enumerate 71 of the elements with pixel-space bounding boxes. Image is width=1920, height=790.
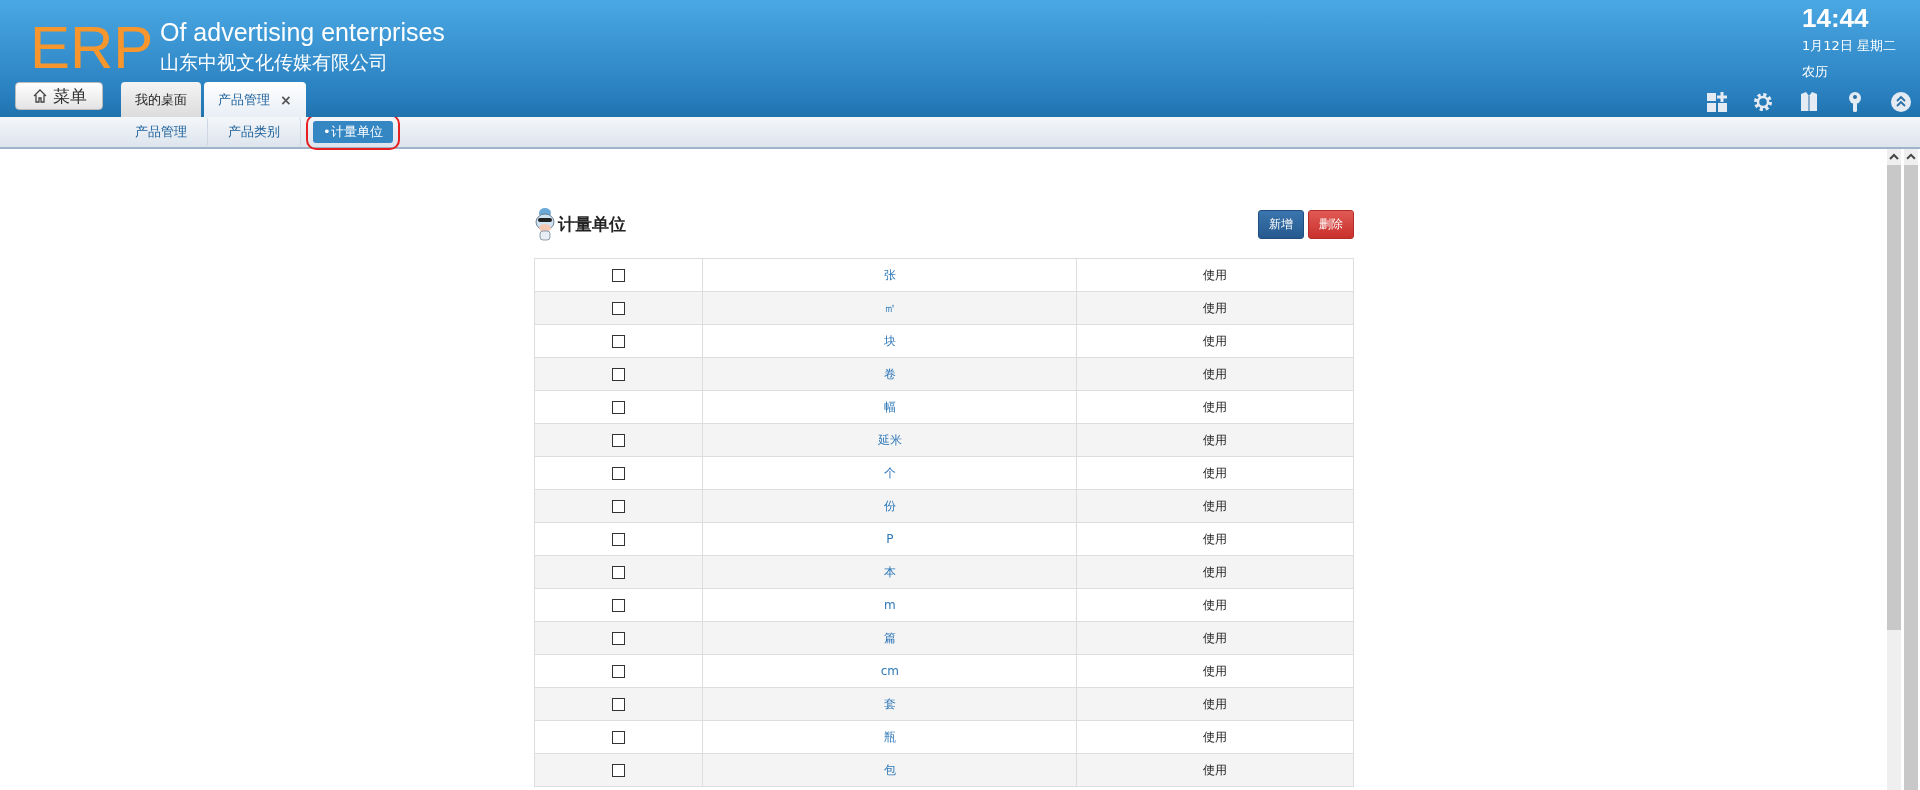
status-cell: 使用 <box>1077 324 1353 358</box>
row-checkbox[interactable] <box>611 368 625 381</box>
clock-time: 14:44 <box>1802 3 1870 33</box>
row-checkbox[interactable] <box>611 335 625 348</box>
row-checkbox[interactable] <box>611 632 625 645</box>
close-button[interactable]: × <box>280 91 292 108</box>
unit-name-cell[interactable]: 包 <box>702 753 1077 787</box>
status-cell: 使用 <box>1077 357 1353 391</box>
status-cell: 使用 <box>1077 753 1353 787</box>
status-cell: 使用 <box>1077 555 1353 589</box>
unit-name-cell[interactable]: P <box>702 522 1077 556</box>
collapse-icon[interactable] <box>1890 91 1912 113</box>
row-checkbox[interactable] <box>611 665 625 678</box>
row-checkbox[interactable] <box>611 467 625 480</box>
status-cell: 使用 <box>1077 489 1353 523</box>
unit-name-cell[interactable]: 套 <box>702 687 1077 721</box>
company-name: 山东中视文化传媒有限公司 <box>160 50 389 75</box>
row-checkbox[interactable] <box>611 599 625 612</box>
row-checkbox[interactable] <box>611 302 625 315</box>
status-cell: 使用 <box>1077 291 1353 325</box>
lunar-text: 农历 <box>1802 63 1829 81</box>
cartoon-mascot-icon <box>533 207 556 241</box>
row-checkbox[interactable] <box>611 500 625 513</box>
row-checkbox[interactable] <box>611 731 625 744</box>
unit-name-cell[interactable]: 张 <box>702 258 1077 292</box>
row-checkbox[interactable] <box>611 401 625 414</box>
unit-name-cell[interactable]: 幅 <box>702 390 1077 424</box>
unit-name-cell[interactable]: 本 <box>702 555 1077 589</box>
unit-name-cell[interactable]: cm <box>702 654 1077 688</box>
home-icon <box>31 88 48 104</box>
app-title: Of advertising enterprises <box>160 17 445 48</box>
settings-icon[interactable] <box>1752 91 1774 113</box>
menu-button[interactable]: 菜单 <box>15 82 103 110</box>
add-widget-icon[interactable] <box>1706 91 1728 113</box>
row-checkbox[interactable] <box>611 566 625 579</box>
erp-logo: ERP <box>30 18 155 78</box>
unit-name-cell[interactable]: 延米 <box>702 423 1077 457</box>
status-cell: 使用 <box>1077 522 1353 556</box>
status-cell: 使用 <box>1077 720 1353 754</box>
status-cell: 使用 <box>1077 654 1353 688</box>
shirt-icon[interactable] <box>1798 91 1820 113</box>
status-cell: 使用 <box>1077 258 1353 292</box>
status-cell: 使用 <box>1077 687 1353 721</box>
unit-name-cell[interactable]: m <box>702 588 1077 622</box>
status-cell: 使用 <box>1077 423 1353 457</box>
row-checkbox[interactable] <box>611 764 625 777</box>
unit-name-cell[interactable]: 卷 <box>702 357 1077 391</box>
row-checkbox[interactable] <box>611 698 625 711</box>
status-cell: 使用 <box>1077 588 1353 622</box>
panel-title: 计量单位 <box>557 212 626 236</box>
unit-name-cell[interactable]: 瓶 <box>702 720 1077 754</box>
status-cell: 使用 <box>1077 621 1353 655</box>
row-checkbox[interactable] <box>611 434 625 447</box>
scrollbar[interactable] <box>1904 149 1918 790</box>
scrollbar[interactable] <box>1887 149 1901 790</box>
status-cell: 使用 <box>1077 456 1353 490</box>
unit-name-cell[interactable]: 份 <box>702 489 1077 523</box>
row-checkbox[interactable] <box>611 533 625 546</box>
row-checkbox[interactable] <box>611 269 625 282</box>
delete-button[interactable]: 删除 <box>1307 209 1354 239</box>
unit-name-cell[interactable]: ㎡ <box>702 291 1077 325</box>
unit-name-cell[interactable]: 块 <box>702 324 1077 358</box>
status-cell: 使用 <box>1077 390 1353 424</box>
add-button[interactable]: 新增 <box>1257 209 1304 239</box>
date-text: 1月12日 星期二 <box>1802 37 1897 55</box>
tab[interactable]: 产品管理 × <box>204 82 306 117</box>
unit-name-cell[interactable]: 篇 <box>702 621 1077 655</box>
sub-navigation-item[interactable]: 产品类别 <box>208 117 301 147</box>
tab[interactable]: 我的桌面 <box>121 82 201 117</box>
sub-navigation-item[interactable]: 产品管理 <box>115 117 208 147</box>
unit-name-cell[interactable]: 个 <box>702 456 1077 490</box>
